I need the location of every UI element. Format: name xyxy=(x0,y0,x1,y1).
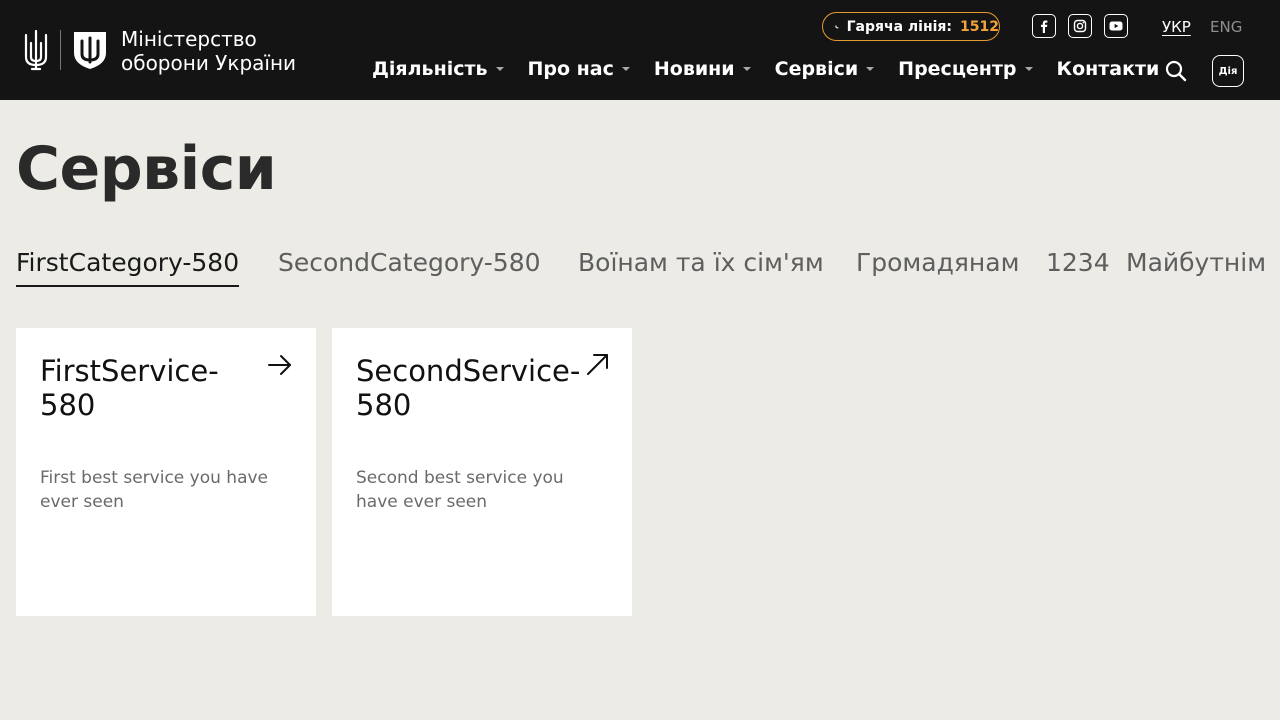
site-header: Міністерство оборони України Гаряча ліні… xyxy=(0,0,1280,100)
caret-down-icon xyxy=(1024,67,1033,71)
nav-item-services[interactable]: Сервіси xyxy=(775,58,875,80)
ministry-name-line2: оборони України xyxy=(121,51,297,75)
nav-item-news[interactable]: Новини xyxy=(654,58,751,80)
nav-item-label: Сервіси xyxy=(774,58,859,80)
tab-second-category[interactable]: SecondCategory-580 xyxy=(278,248,541,285)
service-card-title: SecondService-580 xyxy=(356,354,581,422)
ministry-shield-icon[interactable] xyxy=(72,29,108,71)
logo-divider xyxy=(60,30,61,70)
service-card-description: Second best service you have ever seen xyxy=(356,468,564,512)
category-tabs: FirstCategory-580 SecondCategory-580 Вої… xyxy=(16,248,1264,294)
service-card[interactable]: SecondService-580 Second best service yo… xyxy=(332,328,632,616)
tab-warriors-families[interactable]: Воїнам та їх сім'ям xyxy=(578,248,824,285)
lang-eng-link[interactable]: ENG xyxy=(1210,18,1242,36)
tab-citizens[interactable]: Громадянам xyxy=(856,248,1019,285)
hotline-number: 1512 xyxy=(960,18,999,35)
hotline-button[interactable]: Гаряча лінія: 1512 xyxy=(822,12,1000,41)
nav-item-label: Пресцентр xyxy=(898,58,1017,80)
diia-button[interactable]: Дія xyxy=(1212,55,1244,87)
tab-first-category[interactable]: FirstCategory-580 xyxy=(16,248,240,287)
diia-label: Дія xyxy=(1218,65,1238,77)
phone-icon xyxy=(835,24,839,29)
nav-item-label: Про нас xyxy=(527,58,614,80)
tab-1234[interactable]: 1234 xyxy=(1046,248,1110,285)
nav-item-label: Діяльність xyxy=(372,58,488,80)
service-card[interactable]: FirstService-580 First best service you … xyxy=(16,328,316,616)
nav-item-label: Новини xyxy=(653,58,735,80)
ministry-name[interactable]: Міністерство оборони України xyxy=(121,27,296,75)
caret-down-icon xyxy=(495,67,504,71)
lang-ukr-link[interactable]: УКР xyxy=(1162,18,1191,36)
caret-down-icon xyxy=(866,67,875,71)
hotline-label: Гаряча лінія: xyxy=(846,18,953,35)
search-icon[interactable] xyxy=(1163,58,1189,84)
nav-item-activity[interactable]: Діяльність xyxy=(372,58,504,80)
page-title: Сервіси xyxy=(16,134,277,204)
service-card-title: FirstService-580 xyxy=(40,354,219,422)
nav-item-label: Контакти xyxy=(1056,58,1160,80)
caret-down-icon xyxy=(742,67,751,71)
youtube-icon[interactable] xyxy=(1104,14,1128,38)
tab-future[interactable]: Майбутнім xyxy=(1126,248,1264,285)
arrow-right-icon xyxy=(268,355,291,375)
trident-icon[interactable] xyxy=(22,29,50,71)
ministry-name-line1: Міністерство xyxy=(121,27,257,51)
facebook-icon[interactable] xyxy=(1032,14,1056,38)
caret-down-icon xyxy=(621,67,630,71)
instagram-icon[interactable] xyxy=(1068,14,1092,38)
nav-item-about[interactable]: Про нас xyxy=(528,58,630,80)
service-card-description: First best service you have ever seen xyxy=(40,468,269,512)
main-nav: Діяльність Про нас Новини Сервіси Пресце… xyxy=(372,58,1159,80)
arrow-up-right-icon xyxy=(587,354,608,375)
nav-item-press-center[interactable]: Пресцентр xyxy=(898,58,1033,80)
nav-item-contacts[interactable]: Контакти xyxy=(1057,58,1160,80)
